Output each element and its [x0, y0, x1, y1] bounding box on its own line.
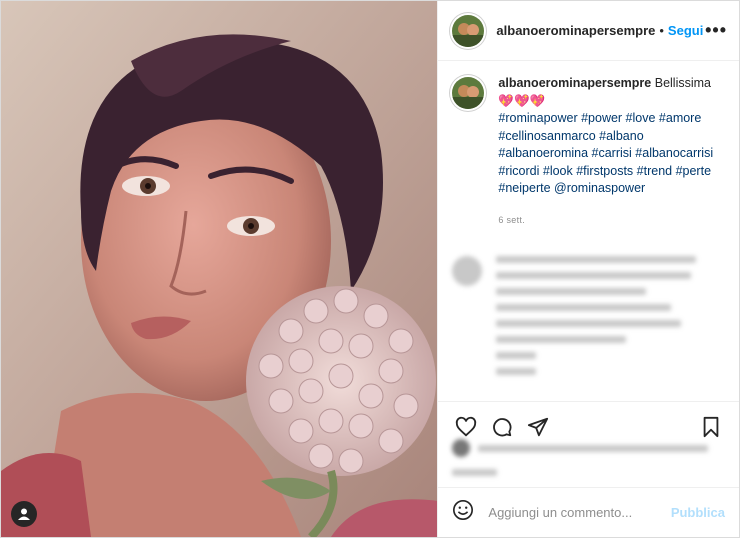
more-icon[interactable]: ••• [705, 20, 727, 41]
likes-date-blurred [452, 469, 722, 476]
likes-avatar [452, 439, 471, 457]
comments-section[interactable]: albanoerominapersempre Bellissima 💖💖💖 #r… [438, 61, 739, 401]
caption-body: Bellissima [654, 76, 711, 90]
user-tag-button[interactable] [11, 501, 37, 527]
add-comment-bar: Aggiungi un commento... Pubblica [438, 487, 739, 537]
blurred-lines [496, 256, 706, 384]
avatar[interactable] [452, 14, 485, 47]
blurred-avatar [452, 256, 483, 286]
add-comment-input[interactable]: Aggiungi un commento... [488, 505, 632, 520]
share-icon[interactable] [524, 413, 552, 441]
likes-blurred [452, 439, 722, 479]
likes-blurred-content [452, 439, 722, 457]
post-age[interactable]: 6 sett. [498, 212, 725, 230]
user-tag-icon [17, 507, 31, 521]
likes-line [478, 444, 709, 452]
caption-emoji: 💖💖💖 [498, 93, 546, 108]
follow-button[interactable]: Segui [668, 23, 703, 38]
post-photo[interactable] [1, 1, 438, 537]
caption: albanoerominapersempre Bellissima 💖💖💖 #r… [438, 61, 739, 229]
comment-icon[interactable] [488, 413, 516, 441]
portrait-image [1, 1, 438, 537]
caption-hashtags[interactable]: #rominapower #power #love #amore #cellin… [498, 111, 713, 195]
bookmark-icon[interactable] [697, 413, 725, 441]
post-sidebar: albanoeromina​persempre • Segui ••• alba… [437, 1, 739, 537]
blurred-comment-content [452, 256, 722, 384]
blurred-comment [452, 256, 722, 376]
emoji-icon[interactable] [452, 499, 474, 526]
publish-button[interactable]: Pubblica [671, 505, 725, 520]
header-separator: • [659, 23, 664, 38]
caption-text: albanoerominapersempre Bellissima 💖💖💖 #r… [498, 75, 725, 229]
instagram-post: albanoeromina​persempre • Segui ••• alba… [0, 0, 740, 538]
caption-username[interactable]: albanoerominapersempre [498, 76, 651, 90]
post-header: albanoeromina​persempre • Segui ••• [438, 1, 739, 61]
heart-icon[interactable] [452, 413, 480, 441]
caption-avatar[interactable] [452, 77, 485, 109]
header-username[interactable]: albanoeromina​persempre [496, 23, 655, 38]
